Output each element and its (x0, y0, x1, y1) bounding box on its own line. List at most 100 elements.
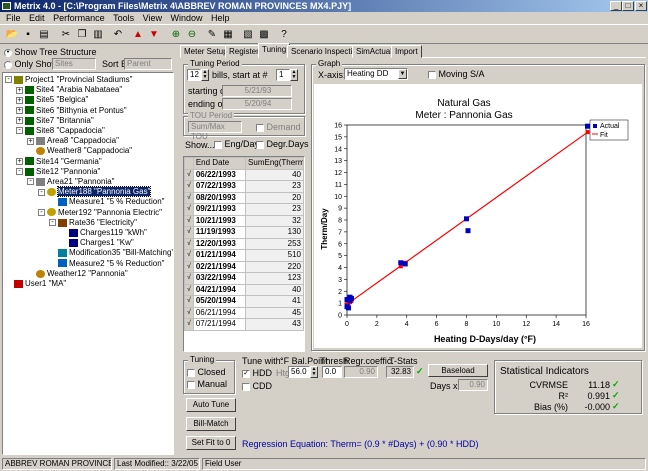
bal-point-stepper[interactable]: ▲ ▼ (310, 366, 318, 378)
table-row[interactable]: √ 08/20/1993 20 (184, 191, 304, 204)
collapse-icon[interactable]: - (49, 219, 56, 227)
tree-node[interactable]: - Rate36 "Electricity" (49, 218, 137, 228)
help-icon[interactable]: ? (276, 27, 292, 43)
x-axis-dropdown[interactable]: Heating DD ▼ (344, 68, 408, 80)
row-check-icon[interactable]: √ (184, 226, 194, 239)
menu-file[interactable]: File (6, 13, 21, 23)
tree-node[interactable]: - Project1 "Provincial Stadiums" (5, 75, 133, 85)
tree-node[interactable]: - Area21 "Pannonia" (27, 177, 115, 187)
tab-tuning[interactable]: Tuning (258, 43, 291, 58)
tree-node[interactable]: - Site8 "Cappadocia" (16, 126, 105, 136)
tree-collapse-icon[interactable]: ⊖ (184, 27, 200, 43)
minimize-button[interactable]: _ (610, 1, 622, 11)
close-button[interactable]: × (635, 1, 647, 11)
sort-by-dropdown[interactable]: Parent (124, 58, 172, 70)
auto-tune-button[interactable]: Auto Tune (186, 398, 236, 412)
row-check-icon[interactable]: √ (184, 180, 194, 193)
cdd-checkbox[interactable]: CDD (242, 381, 272, 391)
tree-node[interactable]: Weather8 "Cappadocia" (27, 146, 132, 156)
tree-node[interactable]: + Site6 "Bithynia et Pontus" (16, 106, 127, 116)
tree-node[interactable]: + Site14 "Germania" (16, 157, 102, 167)
tree-expand-icon[interactable]: ⊕ (168, 27, 184, 43)
end-date-header[interactable]: End Date (192, 157, 247, 170)
expand-icon[interactable]: + (27, 137, 34, 145)
degr-days-checkbox[interactable]: Degr.Days (256, 139, 309, 149)
baseload-button[interactable]: Baseload (428, 364, 488, 377)
manual-checkbox[interactable]: Manual (187, 379, 227, 389)
table-row[interactable]: √ 07/22/1993 23 (184, 180, 304, 193)
row-check-icon[interactable]: √ (184, 249, 194, 262)
closed-checkbox[interactable]: Closed (187, 367, 226, 377)
bills-count-field[interactable]: 12 (187, 69, 201, 81)
save-icon[interactable]: ▪ (20, 27, 36, 43)
tree-node[interactable]: + Site5 "Belgica" (16, 95, 88, 105)
undo-icon[interactable]: ↶ (110, 27, 126, 43)
tab-simactual[interactable]: SimActual (352, 45, 397, 58)
bill-match-button[interactable]: Bill-Match (186, 417, 236, 431)
row-check-icon[interactable]: √ (184, 306, 194, 319)
copy-icon[interactable]: ❐ (74, 27, 90, 43)
cut-icon[interactable]: ✂ (58, 27, 74, 43)
bills-stepper[interactable]: ▲ ▼ (201, 69, 209, 81)
table-row[interactable]: √ 06/21/1994 45 (184, 306, 304, 319)
table-row[interactable]: √ 06/22/1993 40 (184, 168, 304, 181)
collapse-icon[interactable]: - (38, 208, 45, 216)
bal-point-field[interactable]: 56.0 (288, 366, 310, 378)
project-tree[interactable]: - Project1 "Provincial Stadiums" + Site4 "A… (2, 72, 174, 455)
row-check-icon[interactable]: √ (184, 260, 194, 273)
up-arrow-icon[interactable]: ▲ (130, 27, 146, 43)
expand-icon[interactable]: + (16, 86, 23, 94)
paste-icon[interactable]: ▥ (90, 27, 106, 43)
collapse-icon[interactable]: - (5, 76, 12, 84)
menu-view[interactable]: View (143, 13, 162, 23)
eng-day-checkbox[interactable]: Eng/Day (214, 139, 259, 149)
print-icon[interactable]: ▤ (36, 27, 52, 43)
table-row[interactable]: √ 02/21/1994 220 (184, 260, 304, 273)
tou-select[interactable]: Sum/Max TOU (188, 121, 242, 141)
collapse-icon[interactable]: - (16, 168, 23, 176)
row-check-icon[interactable]: √ (184, 214, 194, 227)
tree-node[interactable]: - Meter192 "Pannonia Electric" (38, 208, 162, 218)
tree-node[interactable]: Weather12 "Pannonia" (27, 269, 128, 279)
expand-icon[interactable]: + (16, 106, 23, 114)
row-check-icon[interactable]: √ (184, 283, 194, 296)
set-fit-button[interactable]: Set Fit to 0 (186, 436, 236, 450)
menu-edit[interactable]: Edit (29, 13, 45, 23)
tree-node[interactable]: Measure2 "5 % Reduction" (49, 259, 165, 269)
demand-checkbox[interactable]: Demand (256, 122, 301, 132)
expand-icon[interactable]: + (16, 157, 23, 165)
table-icon[interactable]: ▩ (256, 27, 272, 43)
tab-import[interactable]: Import (391, 45, 422, 58)
table-row[interactable]: √ 12/20/1993 253 (184, 237, 304, 250)
collapse-icon[interactable]: - (16, 127, 23, 135)
collapse-icon[interactable]: - (38, 188, 45, 196)
table-row[interactable]: √ 04/21/1994 40 (184, 283, 304, 296)
edit-icon[interactable]: ✎ (204, 27, 220, 43)
report-icon[interactable]: ▦ (220, 27, 236, 43)
table-row[interactable]: √ 03/22/1994 123 (184, 272, 304, 285)
tree-node[interactable]: - Site12 "Pannonia" (16, 167, 100, 177)
tree-node[interactable]: Modification35 "Bill-Matching" (49, 248, 173, 258)
tree-node[interactable]: Charges119 "kWh" (60, 228, 147, 238)
table-row[interactable]: √ 10/21/1993 32 (184, 214, 304, 227)
moving-sa-checkbox[interactable]: Moving S/A (428, 69, 485, 79)
thresh-field[interactable]: 0.0 (322, 366, 342, 378)
collapse-icon[interactable]: - (27, 178, 34, 186)
tree-node[interactable]: Measure1 "5 % Reduction" (49, 197, 165, 207)
maximize-button[interactable]: □ (622, 1, 634, 11)
chevron-down-icon[interactable]: ▼ (398, 69, 407, 79)
tree-node[interactable]: - Meter188 "Pannonia Gas" (38, 186, 152, 198)
row-check-icon[interactable]: √ (184, 191, 194, 204)
chart-icon[interactable]: ▧ (240, 27, 256, 43)
tree-node[interactable]: Charges1 "Kw" (60, 238, 134, 248)
hdd-checkbox[interactable]: ✓ HDD (242, 368, 272, 378)
menu-performance[interactable]: Performance (53, 13, 105, 23)
down-arrow-icon[interactable]: ▼ (146, 27, 162, 43)
row-check-icon[interactable]: √ (184, 203, 194, 216)
sites-dropdown[interactable]: Sites (52, 58, 96, 70)
row-check-icon[interactable]: √ (184, 237, 194, 250)
row-check-icon[interactable]: √ (184, 295, 194, 308)
start-number-stepper[interactable]: ▲ ▼ (290, 69, 298, 81)
bill-table[interactable]: End Date SumEng(Therm √ 06/22/1993 40 √ 07/2… (183, 156, 305, 352)
tree-node[interactable]: + Area8 "Cappadocia" (27, 136, 119, 146)
